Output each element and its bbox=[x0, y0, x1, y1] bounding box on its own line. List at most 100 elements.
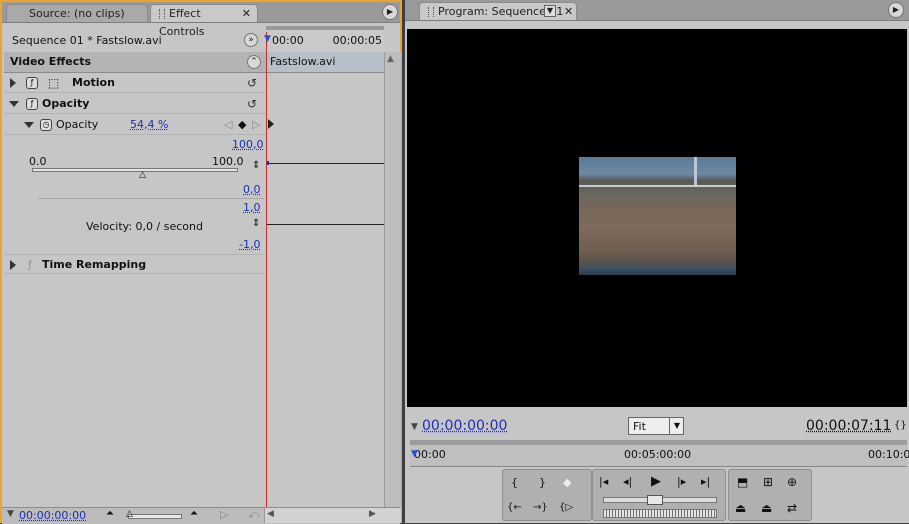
panel-menu-icon[interactable]: ▶ bbox=[382, 4, 398, 20]
collapse-param-icon[interactable] bbox=[24, 122, 34, 128]
set-out-point-icon[interactable]: } bbox=[539, 476, 546, 489]
graph-max-value[interactable]: 100,0 bbox=[232, 138, 264, 151]
scroll-up-icon[interactable]: ⌃ bbox=[247, 55, 261, 69]
stopwatch-icon[interactable]: ◷ bbox=[40, 119, 52, 131]
play-in-to-out-icon[interactable]: {▷ bbox=[559, 502, 573, 513]
grip-icon bbox=[428, 7, 434, 17]
prev-keyframe-icon[interactable]: ◁ bbox=[224, 115, 232, 135]
playback-button-group: |◂ ◂| ▶ |▸ ▸| bbox=[592, 469, 726, 521]
current-timecode[interactable]: 00:00:00:00 bbox=[422, 418, 507, 434]
clip-name: Fastslow.avi bbox=[270, 55, 336, 68]
tab-effect-controls[interactable]: Effect Controls ✕ bbox=[150, 4, 258, 38]
effect-row-motion[interactable]: ƒ ⬚ Motion ↺ bbox=[4, 73, 266, 93]
ruler-end-label: 00:00:05 bbox=[332, 34, 382, 47]
next-keyframe-icon[interactable]: ▷ bbox=[252, 115, 260, 135]
playhead-line[interactable] bbox=[266, 32, 267, 510]
velocity-min-value[interactable]: -1,0 bbox=[239, 238, 260, 251]
add-keyframe-icon[interactable]: ◆ bbox=[238, 115, 246, 135]
divider bbox=[38, 198, 264, 199]
opacity-slider-track[interactable] bbox=[32, 168, 238, 172]
playhead-handle-icon[interactable]: ▼ bbox=[264, 34, 271, 44]
loop-icon[interactable]: ⬒ bbox=[737, 475, 748, 489]
velocity-label: Velocity: 0,0 / second bbox=[86, 220, 203, 233]
output-icon[interactable]: ⊕ bbox=[787, 475, 797, 489]
video-frame bbox=[579, 157, 736, 275]
panel-menu-icon[interactable]: ▶ bbox=[888, 2, 904, 18]
scroll-left-icon[interactable]: ◀ bbox=[267, 509, 274, 519]
trim-icon[interactable]: ⇄ bbox=[787, 501, 797, 515]
reset-icon[interactable]: ↺ bbox=[247, 94, 257, 114]
go-to-in-point-icon[interactable]: {← bbox=[507, 502, 522, 513]
slider-min-label: 0.0 bbox=[29, 155, 47, 168]
sequence-dropdown-icon[interactable]: ▼ bbox=[544, 5, 556, 17]
transform-icon[interactable]: ⬚ bbox=[48, 73, 59, 93]
expand-motion-icon[interactable] bbox=[10, 78, 16, 88]
fx-toggle-icon[interactable]: ƒ bbox=[26, 77, 38, 89]
zoom-out-icon[interactable]: ⏶ bbox=[106, 508, 114, 519]
collapse-opacity-icon[interactable] bbox=[9, 101, 19, 107]
opacity-slider-thumb[interactable]: △ bbox=[139, 170, 146, 180]
velocity-max-value[interactable]: 1,0 bbox=[243, 201, 261, 214]
vertical-scrollbar[interactable]: ▲ bbox=[384, 52, 401, 510]
shuttle-thumb[interactable] bbox=[647, 495, 663, 505]
graph-resize-icon[interactable]: ⇕ bbox=[252, 160, 260, 171]
work-area-bar[interactable] bbox=[410, 440, 907, 445]
tab-program[interactable]: Program: Sequence 01 ▼ ✕ bbox=[419, 2, 577, 20]
effect-name-motion: Motion bbox=[72, 76, 115, 89]
scroll-right-icon[interactable]: ▶ bbox=[369, 509, 376, 519]
zoom-dropdown[interactable]: Fit ▼ bbox=[628, 417, 684, 435]
jog-disk[interactable] bbox=[603, 509, 717, 518]
expand-icon[interactable]: {} bbox=[894, 420, 907, 431]
duration-timecode[interactable]: 00:00:07:11 bbox=[806, 418, 891, 434]
go-to-next-edit-icon[interactable]: ▸| bbox=[701, 475, 710, 488]
effect-name-opacity: Opacity bbox=[42, 97, 90, 110]
opacity-value[interactable]: 54,4 % bbox=[130, 115, 168, 135]
safe-margins-icon[interactable]: ⊞ bbox=[763, 475, 773, 489]
monitor-ruler[interactable]: 00:00 00:05:00:00 00:10:0 ▼ bbox=[410, 440, 909, 467]
toggle-timeline-icon[interactable]: » bbox=[244, 33, 258, 47]
zoom-slider[interactable] bbox=[128, 514, 182, 519]
graph-resize-icon[interactable]: ⇕ bbox=[252, 218, 260, 229]
horizontal-scrollbar[interactable]: ◀ ▶ bbox=[264, 508, 401, 523]
playhead-handle-icon[interactable]: ▼ bbox=[411, 449, 418, 459]
chevron-down-icon[interactable]: ▼ bbox=[669, 418, 684, 434]
keyframe-area[interactable] bbox=[266, 73, 384, 505]
effect-row-time-remapping[interactable]: ƒ Time Remapping bbox=[4, 254, 266, 274]
video-display[interactable] bbox=[407, 29, 907, 407]
go-to-previous-edit-icon[interactable]: |◂ bbox=[599, 475, 608, 488]
close-icon[interactable]: ✕ bbox=[564, 3, 573, 21]
close-icon[interactable]: ✕ bbox=[242, 5, 251, 23]
play-icon[interactable]: ▶ bbox=[651, 474, 661, 489]
expand-time-remapping-icon[interactable] bbox=[10, 260, 16, 270]
set-in-point-icon[interactable]: { bbox=[511, 476, 518, 489]
zoom-thumb[interactable]: △ bbox=[126, 509, 133, 519]
tab-source-label: Source: (no clips) bbox=[29, 7, 125, 20]
go-to-out-point-icon[interactable]: →} bbox=[533, 502, 548, 513]
set-marker-icon[interactable]: ◆ bbox=[563, 476, 571, 489]
value-graph-line bbox=[266, 163, 384, 164]
step-back-icon[interactable]: ◂| bbox=[623, 475, 632, 488]
opacity-param-row: ◷ Opacity 54,4 % ◁ ◆ ▷ bbox=[4, 115, 266, 135]
graph-min-value[interactable]: 0,0 bbox=[243, 183, 261, 196]
extract-icon[interactable]: ⏏ bbox=[761, 501, 772, 515]
scroll-up-arrow-icon[interactable]: ▲ bbox=[387, 54, 394, 64]
play-audio-icon[interactable]: ▷ bbox=[220, 508, 228, 521]
work-area-bar[interactable] bbox=[266, 26, 384, 30]
reset-icon[interactable]: ↺ bbox=[247, 73, 257, 93]
zoom-in-icon[interactable]: ⏶ bbox=[190, 508, 198, 519]
fx-toggle-icon[interactable]: ƒ bbox=[26, 98, 38, 110]
effect-timeline-ruler[interactable]: 00:00 00:00:05 bbox=[266, 26, 384, 53]
clip-bar[interactable]: Fastslow.avi bbox=[266, 52, 384, 73]
step-forward-icon[interactable]: |▸ bbox=[677, 475, 686, 488]
loop-audio-icon[interactable]: ⤺ bbox=[248, 508, 260, 522]
effect-timecode[interactable]: 00:00:00:00 bbox=[19, 509, 86, 522]
ruler-start-label: 00:00 bbox=[414, 448, 446, 461]
lift-icon[interactable]: ⏏ bbox=[735, 501, 746, 515]
tab-source[interactable]: Source: (no clips) bbox=[6, 4, 148, 22]
bottom-bar: ▼ 00:00:00:00 ⏶ △ ⏶ ▷ ⤺ ◀ ▶ bbox=[2, 507, 401, 524]
keyframe-marker-icon[interactable] bbox=[268, 119, 274, 129]
effect-row-opacity[interactable]: ƒ Opacity ↺ bbox=[4, 94, 266, 114]
fx-toggle-icon[interactable]: ƒ bbox=[28, 255, 32, 275]
ruler-mid-label: 00:05:00:00 bbox=[624, 448, 692, 461]
marker-button-group: { } ◆ {← →} {▷ bbox=[502, 469, 592, 521]
